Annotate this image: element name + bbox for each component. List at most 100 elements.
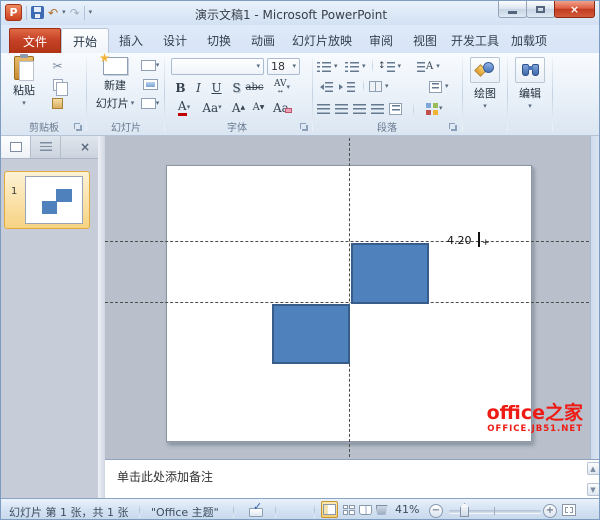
text-direction-dropdown-arrow[interactable]: ▾ xyxy=(436,63,440,70)
bullets-dropdown-arrow[interactable]: ▾ xyxy=(334,63,338,70)
close-panel-button[interactable]: × xyxy=(72,136,98,158)
distribute-icon xyxy=(389,102,402,115)
tab-transitions[interactable]: 切换 xyxy=(197,28,241,53)
slide-counter: 幻灯片 第 1 张，共 1 张 xyxy=(9,506,129,519)
font-color-button[interactable]: A ▾ xyxy=(171,99,197,116)
close-button[interactable]: × xyxy=(554,1,595,18)
format-painter-button[interactable] xyxy=(48,95,67,112)
undo-button[interactable]: ↶ xyxy=(48,7,58,19)
slide-sorter-view-button[interactable] xyxy=(340,501,357,518)
spellcheck-button[interactable]: ✓ xyxy=(253,500,262,513)
editor-vertical-scrollbar[interactable] xyxy=(590,136,599,459)
clear-formatting-button[interactable]: Aa xyxy=(273,99,292,116)
columns-button[interactable]: ▾ xyxy=(369,78,389,95)
tab-home[interactable]: 开始 xyxy=(61,28,109,53)
font-size-dropdown-arrow[interactable]: ▾ xyxy=(292,63,296,70)
numbering-button[interactable]: ▾ xyxy=(345,58,366,75)
blue-rectangle-upper[interactable] xyxy=(351,243,429,304)
paragraph-dialog-launcher[interactable] xyxy=(449,123,458,132)
horizontal-guide-center[interactable] xyxy=(105,302,589,303)
panel-divider[interactable] xyxy=(98,136,105,498)
text-shadow-button[interactable]: S xyxy=(227,79,246,96)
columns-dropdown-arrow[interactable]: ▾ xyxy=(385,83,389,90)
undo-dropdown-arrow[interactable]: ▾ xyxy=(62,9,66,16)
tab-file[interactable]: 文件 xyxy=(9,28,61,53)
align-left-button[interactable] xyxy=(317,100,330,117)
drawing-group-button[interactable]: 绘图 ▾ xyxy=(465,57,505,110)
distribute-lines xyxy=(391,104,400,113)
align-right-button[interactable] xyxy=(353,100,366,117)
decrease-indent-button[interactable] xyxy=(317,78,333,95)
tab-insert[interactable]: 插入 xyxy=(109,28,153,53)
normal-view-button[interactable] xyxy=(321,501,338,518)
clipboard-dialog-launcher[interactable] xyxy=(74,123,83,132)
slides-tab[interactable] xyxy=(1,136,31,158)
font-size-combobox[interactable]: 18 ▾ xyxy=(267,58,300,75)
cut-button[interactable]: ✂ xyxy=(48,57,67,74)
justify-button[interactable] xyxy=(371,100,384,117)
font-name-combobox[interactable]: ▾ xyxy=(171,58,264,75)
bold-button[interactable]: B xyxy=(171,79,190,96)
powerpoint-app-icon[interactable]: P xyxy=(5,4,22,21)
bullets-button[interactable]: ▾ xyxy=(317,58,338,75)
text-direction-button[interactable]: A ▾ xyxy=(417,58,440,75)
shrink-font-button[interactable]: A ▼ xyxy=(249,99,268,116)
slideshow-view-button[interactable] xyxy=(373,501,390,518)
paste-dropdown-arrow[interactable]: ▾ xyxy=(22,100,26,107)
reading-view-button[interactable] xyxy=(357,501,374,518)
underline-button[interactable]: U xyxy=(207,79,226,96)
zoom-in-button[interactable]: + xyxy=(543,504,557,518)
smartart-dropdown-arrow[interactable]: ▾ xyxy=(439,105,443,112)
scroll-up-button[interactable]: ▲ xyxy=(586,462,599,475)
new-slide-dropdown-arrow[interactable]: ▾ xyxy=(131,99,135,107)
slide-thumbnail-image[interactable] xyxy=(25,176,83,224)
new-slide-button[interactable]: 新建 幻灯片 ▾ xyxy=(93,53,137,111)
paste-button[interactable]: 粘贴 ▾ xyxy=(7,54,41,107)
tab-developer[interactable]: 开发工具 xyxy=(447,28,503,53)
save-button[interactable] xyxy=(31,6,44,19)
change-case-button[interactable]: Aa ▾ xyxy=(199,99,225,116)
grow-font-button[interactable]: A ▲ xyxy=(229,99,248,116)
strikethrough-button[interactable]: abc xyxy=(245,79,264,96)
tab-animations[interactable]: 动画 xyxy=(241,28,285,53)
qat-customize-button[interactable]: ▾ xyxy=(89,9,93,16)
reset-slide-button[interactable] xyxy=(138,76,162,93)
character-spacing-button[interactable]: AV ↔ ▾ xyxy=(269,79,295,96)
font-name-dropdown-arrow[interactable]: ▾ xyxy=(256,63,260,70)
blue-rectangle-lower[interactable] xyxy=(272,304,350,364)
zoom-out-button[interactable]: − xyxy=(429,504,443,518)
outline-tab[interactable] xyxy=(31,136,61,158)
tab-review[interactable]: 审阅 xyxy=(359,28,403,53)
line-spacing-dropdown-arrow[interactable]: ▾ xyxy=(398,63,402,70)
font-color-dropdown-arrow[interactable]: ▾ xyxy=(187,104,191,111)
section-button[interactable]: ▾ xyxy=(138,95,162,112)
tab-addins[interactable]: 加载项 xyxy=(503,28,555,53)
increase-indent-button[interactable] xyxy=(339,78,355,95)
convert-smartart-button[interactable]: ▾ xyxy=(425,100,443,117)
distribute-button[interactable] xyxy=(389,100,402,117)
underline-icon: U xyxy=(211,80,222,95)
notes-pane[interactable]: 单击此处添加备注 ▲ ▼ xyxy=(105,459,599,498)
line-spacing-arrow-icon: ↕ xyxy=(378,61,386,71)
fit-slide-to-window-button[interactable] xyxy=(562,504,576,516)
redo-button[interactable]: ↷ xyxy=(70,7,80,19)
slide-layout-button[interactable]: ▾ xyxy=(138,57,162,74)
font-dialog-launcher[interactable] xyxy=(300,123,309,132)
align-text-dropdown-arrow[interactable]: ▾ xyxy=(445,83,449,90)
editing-group-button[interactable]: 编辑 ▾ xyxy=(510,57,550,110)
vertical-guide-center[interactable] xyxy=(349,138,350,457)
tab-slideshow[interactable]: 幻灯片放映 xyxy=(285,28,359,53)
copy-button[interactable] xyxy=(48,76,68,96)
minimize-button[interactable] xyxy=(498,1,527,18)
italic-button[interactable]: I xyxy=(189,79,208,96)
scroll-down-button[interactable]: ▼ xyxy=(586,483,599,496)
align-text-button[interactable]: ▾ xyxy=(429,78,449,95)
tab-view[interactable]: 视图 xyxy=(403,28,447,53)
horizontal-guide-dragged[interactable] xyxy=(105,241,589,242)
tab-design[interactable]: 设计 xyxy=(153,28,197,53)
numbering-dropdown-arrow[interactable]: ▾ xyxy=(362,63,366,70)
line-spacing-button[interactable]: ↕ ▾ xyxy=(378,58,401,75)
restore-button[interactable] xyxy=(526,1,555,18)
group-separator xyxy=(164,57,165,131)
align-center-button[interactable] xyxy=(335,100,348,117)
